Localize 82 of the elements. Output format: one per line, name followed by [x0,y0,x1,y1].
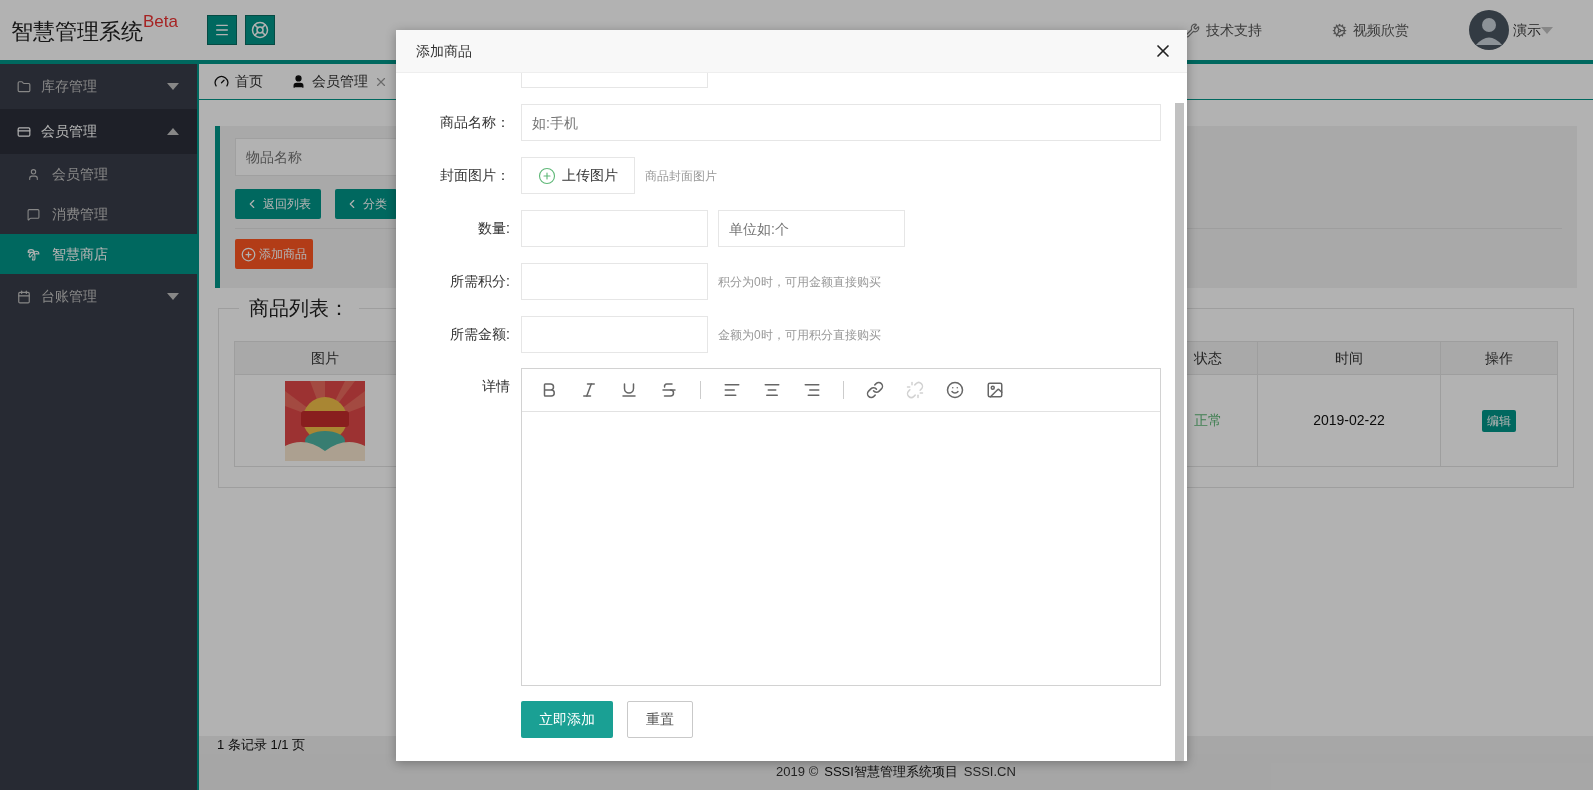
field-hint: 商品封面图片 [645,167,717,185]
toolbar-button[interactable] [803,381,821,399]
sidebar-subitem[interactable]: 会员管理 [0,154,197,194]
image-icon [986,381,1004,399]
field-label: 商品名称： [439,113,511,132]
beta-label: Beta [143,13,178,30]
toolbar-button[interactable] [946,381,964,399]
smiley-icon [946,381,964,399]
lifebuoy-button[interactable] [245,15,275,45]
project-link[interactable]: SSSI智慧管理系统项目 [824,762,958,782]
field-hint: 金额为0时，可用积分直接购买 [718,326,881,344]
page-tab[interactable]: 会员管理 [291,71,388,92]
palm-tree-icon [27,247,40,261]
dashboard-icon [214,74,229,89]
reset-button[interactable]: 重置 [627,701,693,738]
column-header: 时间 [1257,341,1441,375]
user-icon [291,74,306,89]
menu-button[interactable] [207,15,237,45]
toolbar-button[interactable] [620,381,638,399]
field-label: 详情 [481,377,511,396]
toolbar-button[interactable] [723,381,741,399]
submit-button[interactable]: 立即添加 [521,701,613,738]
date-cell: 2019-02-22 [1257,374,1441,467]
edit-button[interactable]: 编辑 [1482,409,1516,432]
align-right-icon [803,381,821,399]
dialog-title: 添加商品 [416,41,472,61]
italic-icon [580,381,598,399]
calendar-icon [17,289,31,304]
plus-circle-icon [241,246,256,262]
underline-icon [620,381,638,399]
column-header: 操作 [1440,341,1558,375]
field-label: 封面图片： [439,166,511,185]
menu-icon [214,22,230,38]
text-field[interactable]: 如:手机 [521,104,1161,141]
sidebar-subitem[interactable]: 智慧商店 [0,234,197,274]
field-hint: 积分为0时，可用金额直接购买 [718,273,881,291]
toolbar-button[interactable] [580,381,598,399]
align-center-icon [763,381,781,399]
sidebar-subitem[interactable]: 消费管理 [0,194,197,234]
lifebuoy-icon [251,21,269,39]
align-left-icon [723,381,741,399]
header-link[interactable]: 视频欣赏 [1312,19,1429,41]
caret-up-icon [167,128,179,135]
site-link[interactable]: SSSI.CN [963,762,1016,782]
avatar[interactable] [1469,10,1509,50]
number-field[interactable] [521,316,708,353]
toolbar-button[interactable] [763,381,781,399]
gear-icon [1332,22,1347,38]
message-icon [27,207,40,221]
sidebar-item[interactable]: 库存管理 [0,64,197,109]
unit-field[interactable]: 单位如:个 [718,210,905,247]
caret-icon [1541,26,1553,34]
sidebar-item[interactable]: 会员管理 [0,109,197,154]
number-field[interactable] [521,263,708,300]
copyright-text: 2019 © [776,763,819,782]
wrench-icon [1185,22,1200,38]
select-field[interactable] [521,73,708,88]
toolbar-button[interactable] [866,381,884,399]
app-logo: 智慧管理系统 [11,21,143,43]
plus-circle-icon [538,166,556,185]
header-link[interactable]: 技术支持 [1165,19,1282,41]
unlink-icon [906,381,924,399]
link-icon [866,381,884,399]
user-name[interactable]: 演示 [1513,19,1541,41]
nav-button[interactable]: 分类 [335,189,397,219]
toolbar-button[interactable] [660,381,678,399]
nav-button[interactable]: 返回列表 [235,189,321,219]
field-label: 所需金额: [449,325,511,344]
field-label: 数量: [477,219,511,238]
add-product-button[interactable]: 添加商品 [235,239,313,269]
page-tab[interactable]: 首页 [214,71,263,92]
card-icon [17,124,31,139]
caret-down-icon [167,83,179,90]
quantity-field[interactable] [521,210,708,247]
field-label: 所需积分: [449,272,511,291]
sidebar-item[interactable]: 台账管理 [0,274,197,319]
toolbar-button[interactable] [986,381,1004,399]
strikethrough-icon [660,381,678,399]
user-icon [27,167,40,181]
upload-button[interactable]: 上传图片 [521,157,635,194]
caret-down-icon [167,293,179,300]
folder-icon [17,79,31,94]
